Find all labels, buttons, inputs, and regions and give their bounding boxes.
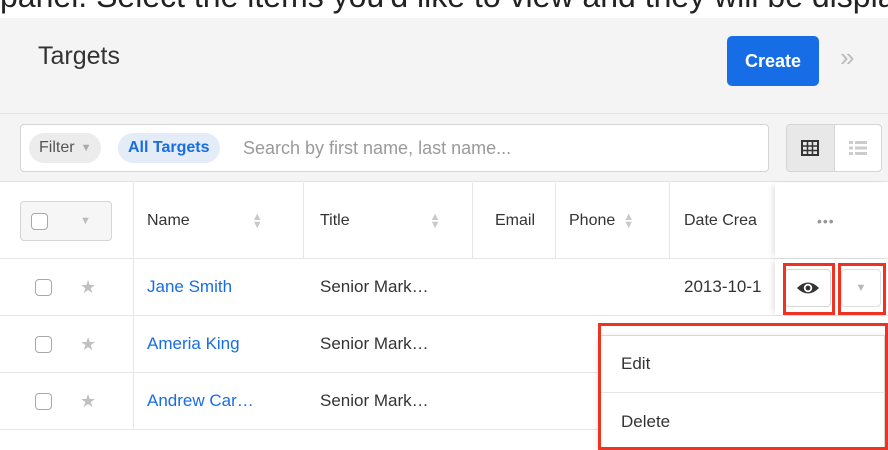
record-name-link[interactable]: Andrew Car… <box>147 373 297 429</box>
table-grid-icon <box>801 140 820 156</box>
view-toggle-group <box>786 124 882 172</box>
record-title: Senior Mark… <box>320 334 429 353</box>
row-checkbox[interactable] <box>35 392 52 410</box>
page-title: Targets <box>38 42 120 70</box>
menu-item-edit[interactable]: Edit <box>601 336 884 393</box>
filter-label: Filter <box>39 139 75 156</box>
list-icon <box>848 141 867 155</box>
favorite-star-icon[interactable]: ★ <box>80 373 96 429</box>
mass-select-dropdown[interactable]: ▼ <box>20 201 112 241</box>
record-date-created: 2013-10-1 <box>684 277 762 296</box>
favorite-star-icon[interactable]: ★ <box>80 316 96 372</box>
filter-search-box: Filter ▼ All Targets <box>20 124 769 172</box>
menu-item-delete[interactable]: Delete <box>601 393 884 450</box>
select-all-checkbox[interactable] <box>31 212 48 230</box>
row-checkbox[interactable] <box>35 335 52 353</box>
row-actions: ▼ <box>775 259 888 315</box>
column-header-name[interactable]: Name ▲ ▼ <box>147 183 297 258</box>
sort-icon: ▲ ▼ <box>623 210 635 231</box>
record-phone <box>569 259 664 315</box>
activity-stream-button[interactable] <box>835 125 882 171</box>
column-header-email[interactable]: Email <box>495 183 550 258</box>
more-columns-icon[interactable]: ••• <box>817 213 835 229</box>
sort-icon: ▲ ▼ <box>429 210 441 231</box>
record-name-link[interactable]: Ameria King <box>147 316 297 372</box>
column-header-phone[interactable]: Phone ▲ ▼ <box>569 183 664 258</box>
create-button[interactable]: Create <box>727 36 819 86</box>
column-header-date-created[interactable]: Date Crea <box>684 183 775 258</box>
double-chevron-right-icon[interactable]: » <box>840 42 854 73</box>
list-view-button[interactable] <box>787 125 835 171</box>
search-input[interactable] <box>243 133 743 163</box>
column-header-title[interactable]: Title ▲ ▼ <box>320 183 465 258</box>
row-actions-menu: Edit Delete <box>600 335 885 450</box>
table-header-row: ▼ Name ▲ ▼ Title ▲ ▼ Email Phone ▲ ▼ Date C… <box>0 183 888 259</box>
eye-icon <box>797 282 819 294</box>
caret-down-icon: ▼ <box>80 142 92 154</box>
row-actions-dropdown-button[interactable]: ▼ <box>841 269 881 307</box>
sort-icon: ▲ ▼ <box>251 210 263 231</box>
caret-down-icon: ▼ <box>80 215 91 227</box>
module-filter-pill[interactable]: All Targets <box>118 133 220 163</box>
record-title: Senior Mark… <box>320 391 429 410</box>
actions-column-header: ••• <box>775 183 888 258</box>
preview-button[interactable] <box>785 269 831 307</box>
row-checkbox[interactable] <box>35 278 52 296</box>
filter-dropdown[interactable]: Filter ▼ <box>29 133 102 163</box>
record-email <box>495 259 555 315</box>
filter-bar: Filter ▼ All Targets <box>0 114 888 182</box>
table-row: ★ Jane Smith Senior Mark… 2013-10-1 ▼ <box>0 259 888 316</box>
list-header: Targets Create » <box>0 18 888 114</box>
partial-instruction-text: panel. Select the items you'd like to vi… <box>0 0 888 18</box>
record-title: Senior Mark… <box>320 277 429 296</box>
favorite-star-icon[interactable]: ★ <box>80 259 96 315</box>
record-name-link[interactable]: Jane Smith <box>147 259 297 315</box>
